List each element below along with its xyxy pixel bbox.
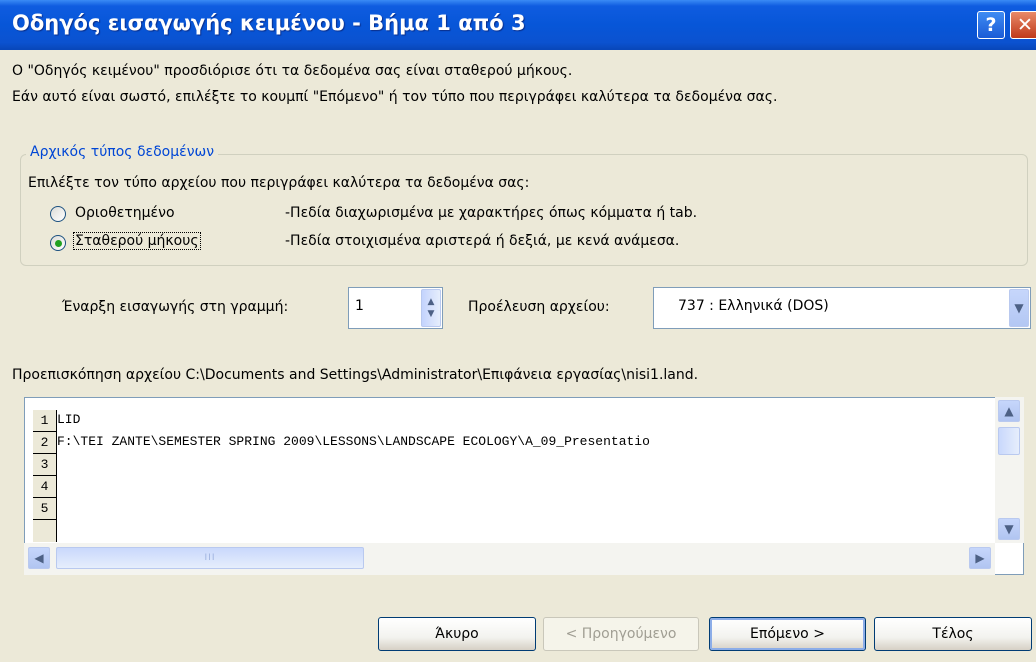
finish-button[interactable]: Τέλος [874,617,1032,651]
scroll-left-icon[interactable]: ◀ [28,547,50,569]
line-number: 2 [33,432,56,454]
scroll-up-icon[interactable]: ▲ [998,400,1020,422]
radio-fixed-width[interactable] [50,235,66,251]
radio-delimited-label[interactable]: Οριοθετημένο [75,205,175,221]
radio-delimited[interactable] [50,206,66,222]
close-button[interactable]: ✕ [1010,11,1036,39]
horizontal-scroll-thumb[interactable]: III [56,547,364,569]
radio-delimited-hint: -Πεδία διαχωρισμένα με χαρακτήρες όπως κ… [285,205,698,221]
chevron-down-icon[interactable]: ▼ [1009,289,1029,327]
radio-fixed-width-label[interactable]: Σταθερού μήκους [73,232,201,250]
title-bar: Οδηγός εισαγωγής κειμένου - Βήμα 1 από 3… [0,0,1036,50]
scroll-down-icon[interactable]: ▼ [998,518,1020,540]
line-number: 5 [33,498,56,520]
data-type-description: Επιλέξτε τον τύπο αρχείου που περιγράφει… [28,175,530,191]
import-start-label: Έναρξη εισαγωγής στη γραμμή: [62,299,289,315]
preview-label: Προεπισκόπηση αρχείου C:\Documents and S… [12,367,699,383]
intro-line-1: Ο "Οδηγός κειμένου" προσδιόρισε ότι τα δ… [12,63,573,79]
next-button[interactable]: Επόμενο > [709,617,866,651]
file-origin-value: 737 : Ελληνικά (DOS) [678,298,829,314]
line-number-gutter: 1 2 3 4 5 [33,410,57,542]
preview-line: F:\TEI ZANTE\SEMESTER SPRING 2009\LESSON… [57,434,650,449]
intro-line-2: Εάν αυτό είναι σωστό, επιλέξτε το κουμπί… [12,89,778,105]
spin-down-icon[interactable]: ▼ [428,308,435,320]
back-button[interactable]: < Προηγούμενο [543,617,699,651]
horizontal-scrollbar[interactable]: ◀ III ▶ [24,543,995,575]
help-button[interactable]: ? [977,11,1005,39]
file-origin-select[interactable]: 737 : Ελληνικά (DOS) ▼ [653,287,1031,329]
scroll-right-icon[interactable]: ▶ [969,547,991,569]
radio-fixed-width-hint: -Πεδία στοιχισμένα αριστερά ή δεξιά, με … [285,233,680,249]
grip-icon: III [204,553,216,563]
vertical-scrollbar[interactable]: ▲ ▼ [995,397,1024,543]
import-start-spinner[interactable]: ▲ ▼ [421,289,441,327]
line-number: 1 [33,410,56,432]
spin-up-icon[interactable]: ▲ [428,296,435,308]
line-number: 4 [33,476,56,498]
preview-line: LID [57,412,81,427]
line-number: 3 [33,454,56,476]
file-origin-label: Προέλευση αρχείου: [468,299,610,315]
window-title: Οδηγός εισαγωγής κειμένου - Βήμα 1 από 3 [12,11,526,35]
cancel-button[interactable]: Άκυρο [378,617,536,651]
data-type-group-legend: Αρχικός τύπος δεδομένων [26,144,219,160]
vertical-scroll-thumb[interactable] [998,427,1020,455]
